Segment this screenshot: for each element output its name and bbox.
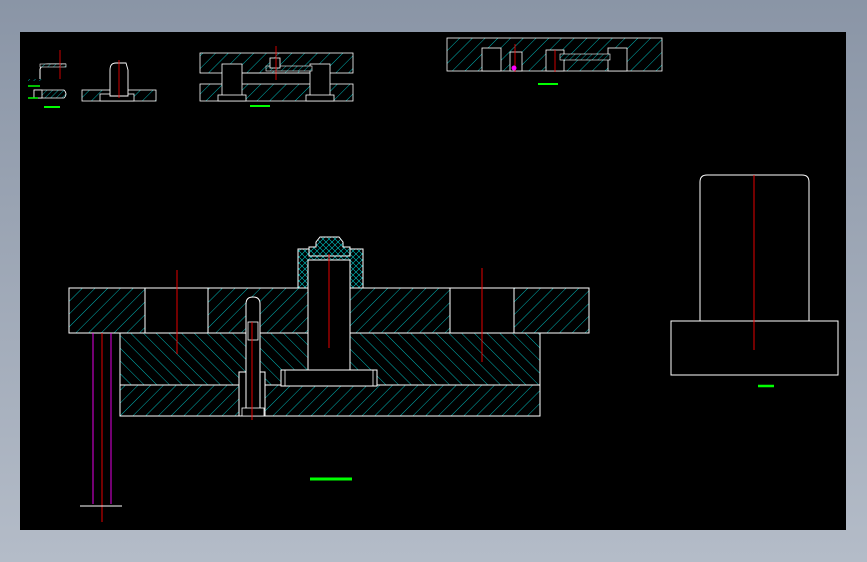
strip-section-view [199, 46, 354, 107]
guide-pin [245, 296, 261, 417]
base-plate [119, 384, 541, 417]
left-pocket [144, 287, 209, 334]
handle-knob [308, 236, 351, 257]
top-section-view [446, 37, 663, 85]
bottom-insert [280, 369, 378, 387]
side-part-view [670, 174, 839, 388]
side-part-body [699, 174, 810, 321]
detail-view-b [81, 60, 157, 102]
side-part-base [670, 320, 839, 376]
main-assembly-view [68, 236, 590, 522]
cad-drawing [28, 37, 839, 522]
detail-view-a [28, 50, 67, 108]
cad-drawing-viewport[interactable] [20, 32, 846, 530]
